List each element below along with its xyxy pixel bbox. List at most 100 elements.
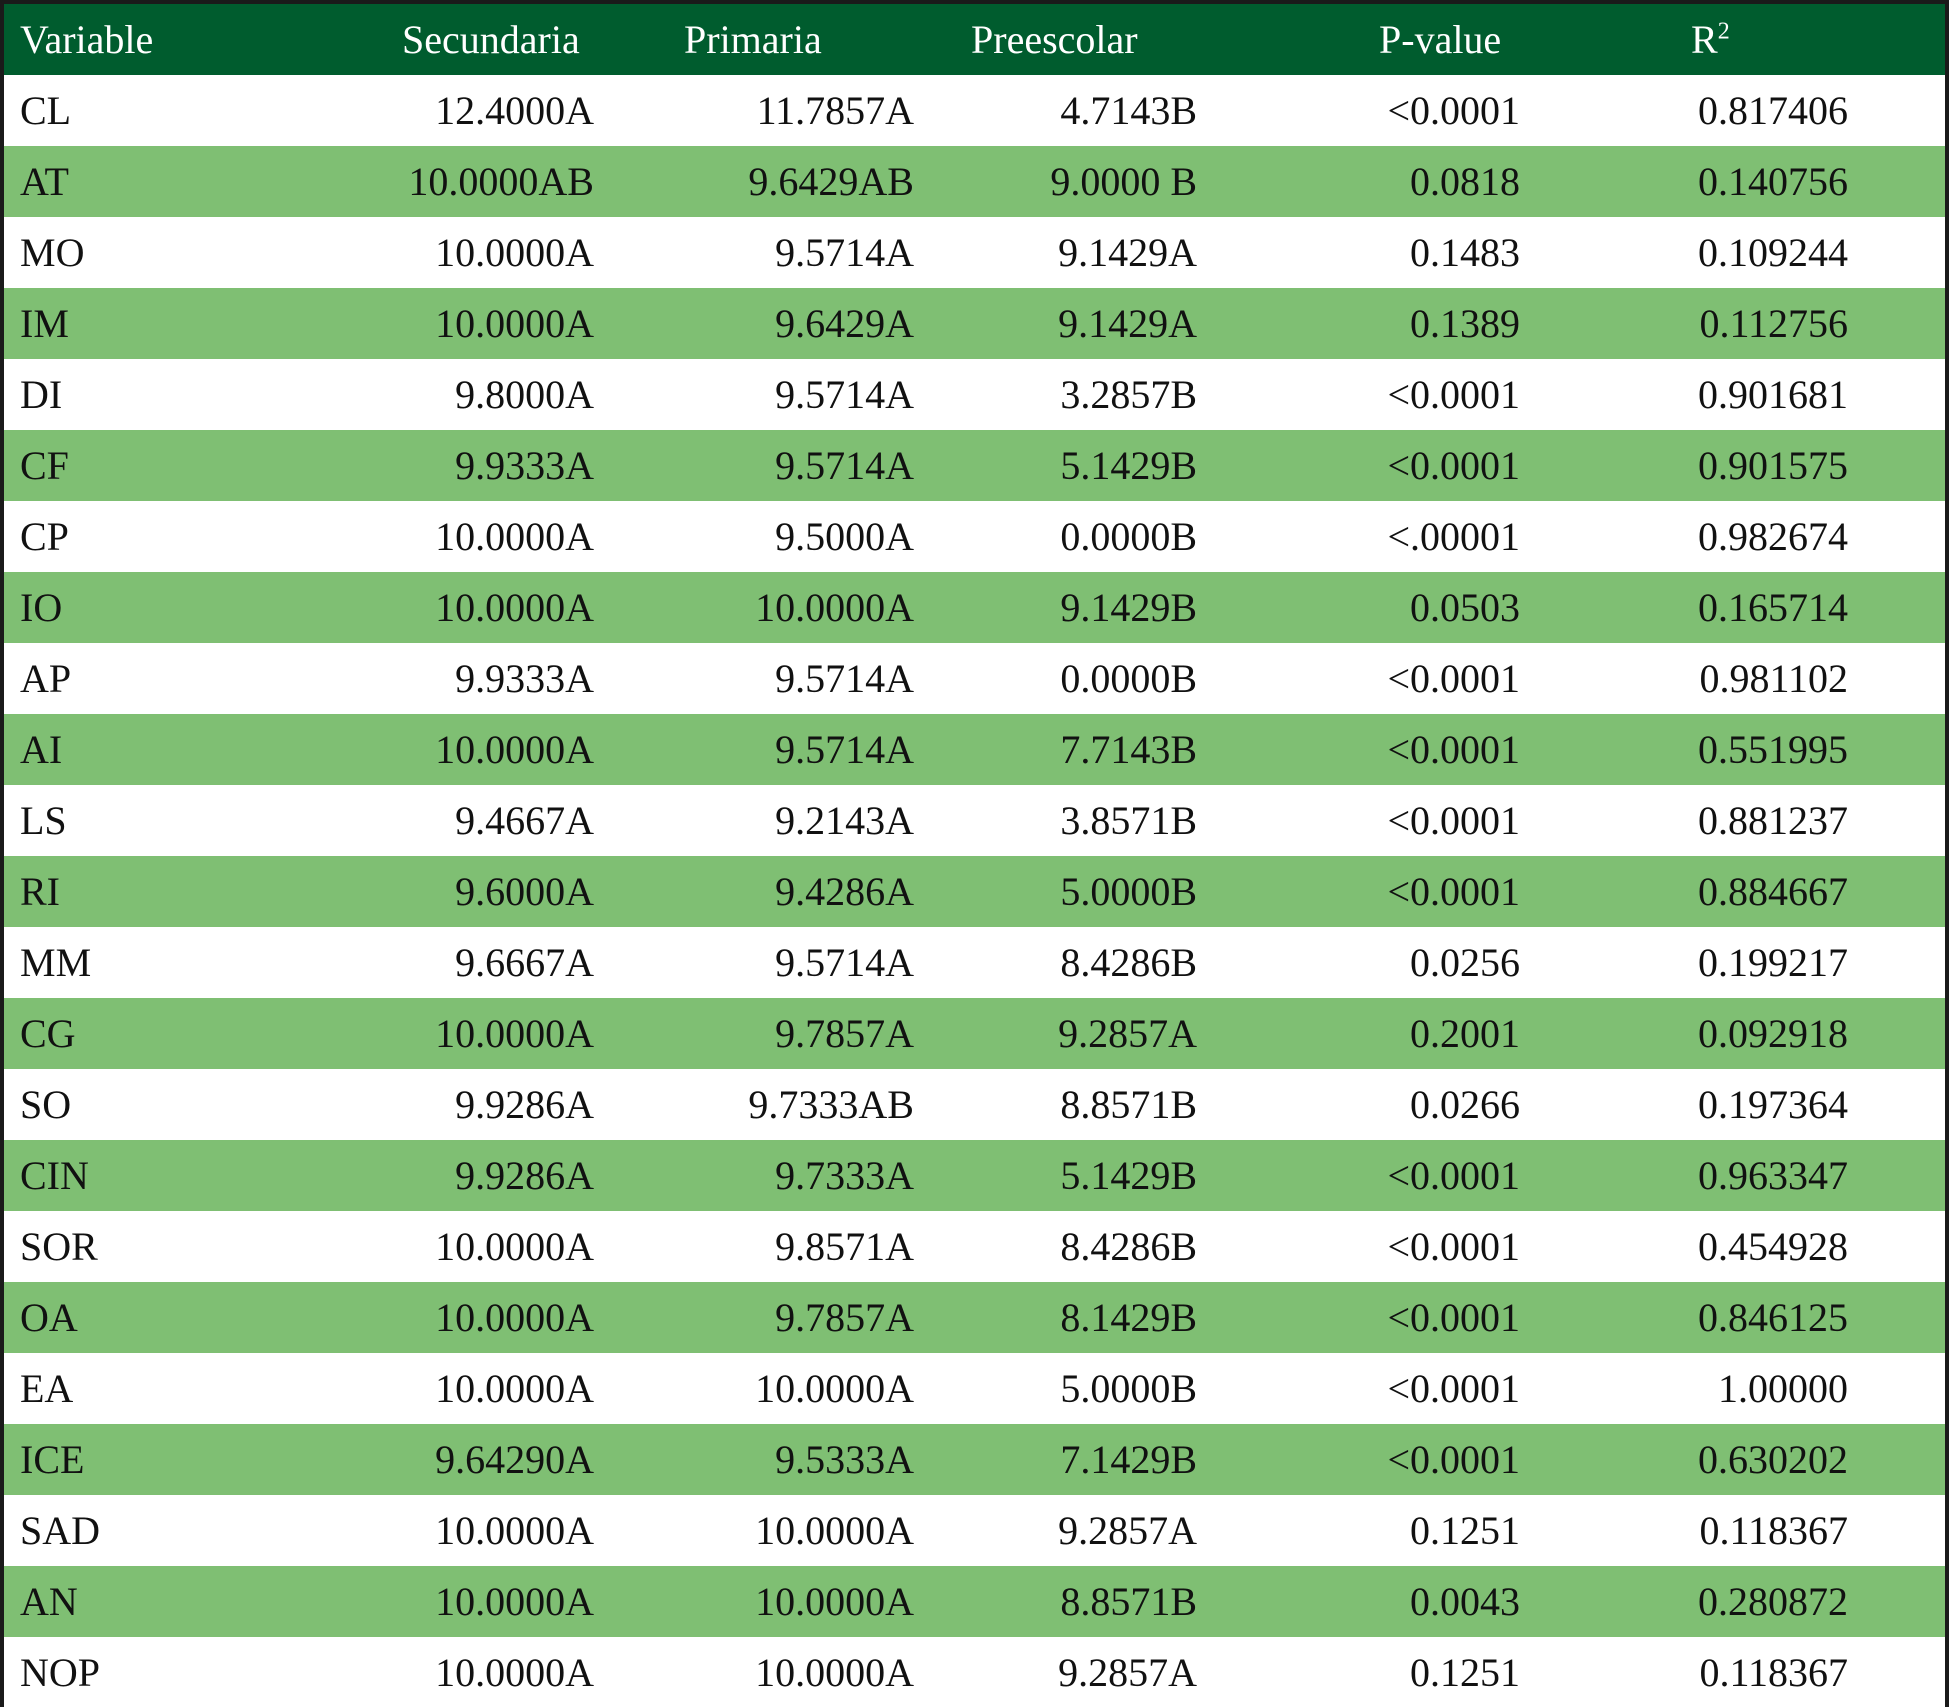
header-p-value: P-value xyxy=(1379,17,1502,62)
cell-p-value: 0.0503 xyxy=(1410,585,1520,630)
cell-primaria: 9.5714A xyxy=(775,940,914,985)
cell-p-value: 0.0818 xyxy=(1410,159,1520,204)
cell-preescolar: 5.0000B xyxy=(1060,1366,1197,1411)
cell-p-value: <0.0001 xyxy=(1387,798,1520,843)
cell-preescolar: 5.1429B xyxy=(1060,443,1197,488)
cell-p-value: 0.2001 xyxy=(1410,1011,1520,1056)
cell-variable: SOR xyxy=(20,1224,98,1269)
cell-variable: CL xyxy=(20,88,72,133)
cell-variable: SAD xyxy=(20,1508,101,1553)
cell-variable: CG xyxy=(20,1011,76,1056)
cell-r-squared: 0.199217 xyxy=(1698,940,1848,985)
cell-variable: AP xyxy=(20,656,72,701)
table-row: OA 10.0000A 9.7857A 8.1429B <0.0001 0.846125 xyxy=(4,1282,1945,1353)
cell-r-squared: 0.109244 xyxy=(1698,230,1848,275)
cell-r-squared: 0.118367 xyxy=(1699,1508,1848,1553)
cell-primaria: 9.5714A xyxy=(775,443,914,488)
table-row: MM 9.6667A 9.5714A 8.4286B 0.0256 0.199217 xyxy=(4,927,1945,998)
cell-primaria: 9.7857A xyxy=(775,1011,914,1056)
cell-preescolar: 8.4286B xyxy=(1060,940,1197,985)
cell-r-squared: 0.280872 xyxy=(1698,1579,1848,1624)
cell-r-squared: 0.963347 xyxy=(1698,1153,1848,1198)
table-row: CG 10.0000A 9.7857A 9.2857A 0.2001 0.092918 xyxy=(4,998,1945,1069)
cell-variable: CP xyxy=(20,514,69,559)
cell-secundaria: 9.9286A xyxy=(455,1082,594,1127)
cell-variable: LS xyxy=(20,798,67,843)
cell-preescolar: 9.1429A xyxy=(1058,230,1197,275)
cell-r-squared: 0.817406 xyxy=(1698,88,1848,133)
cell-variable: NOP xyxy=(20,1650,101,1695)
table-row: SAD 10.0000A 10.0000A 9.2857A 0.1251 0.118367 xyxy=(4,1495,1945,1566)
table-header: Variable Secundaria Primaria Preescolar … xyxy=(4,4,1945,75)
cell-variable: MM xyxy=(20,940,92,985)
table-body: CL 12.4000A 11.7857A 4.7143B <0.0001 0.817406… xyxy=(4,75,1945,1708)
cell-r-squared: 0.140756 xyxy=(1698,159,1848,204)
cell-secundaria: 10.0000A xyxy=(435,514,594,559)
cell-preescolar: 7.7143B xyxy=(1060,727,1197,772)
cell-primaria: 9.5333A xyxy=(775,1437,914,1482)
cell-secundaria: 9.9333A xyxy=(455,443,594,488)
cell-secundaria: 10.0000A xyxy=(435,1508,594,1553)
cell-variable: IM xyxy=(20,301,69,346)
table-row: EA 10.0000A 10.0000A 5.0000B <0.0001 1.00000 xyxy=(4,1353,1945,1424)
cell-preescolar: 5.0000B xyxy=(1060,869,1197,914)
cell-r-squared: 0.981102 xyxy=(1699,656,1848,701)
cell-secundaria: 9.8000A xyxy=(455,372,594,417)
cell-variable: CF xyxy=(20,443,69,488)
cell-secundaria: 10.0000A xyxy=(435,1579,594,1624)
cell-p-value: <0.0001 xyxy=(1387,1366,1520,1411)
table-row: CIN 9.9286A 9.7333A 5.1429B <0.0001 0.963347 xyxy=(4,1140,1945,1211)
cell-primaria: 9.5714A xyxy=(775,230,914,275)
header-r-squared-exponent: 2 xyxy=(1717,18,1730,45)
cell-preescolar: 4.7143B xyxy=(1060,88,1197,133)
cell-secundaria: 10.0000A xyxy=(435,1650,594,1695)
cell-variable: ICE xyxy=(20,1437,85,1482)
cell-secundaria: 10.0000A xyxy=(435,1224,594,1269)
cell-p-value: 0.0256 xyxy=(1410,940,1520,985)
cell-preescolar: 8.1429B xyxy=(1060,1295,1197,1340)
cell-variable: AI xyxy=(20,727,63,772)
cell-secundaria: 10.0000A xyxy=(435,727,594,772)
cell-secundaria: 9.6000A xyxy=(455,869,594,914)
cell-p-value: <0.0001 xyxy=(1387,1153,1520,1198)
cell-r-squared: 0.846125 xyxy=(1698,1295,1848,1340)
table-row: IO 10.0000A 10.0000A 9.1429B 0.0503 0.165714 xyxy=(4,572,1945,643)
header-secundaria: Secundaria xyxy=(402,17,580,62)
cell-p-value: <.00001 xyxy=(1387,514,1520,559)
cell-preescolar: 7.1429B xyxy=(1060,1437,1197,1482)
cell-preescolar: 9.2857A xyxy=(1058,1011,1197,1056)
cell-r-squared: 0.901681 xyxy=(1698,372,1848,417)
table-row: AI 10.0000A 9.5714A 7.7143B <0.0001 0.551995 xyxy=(4,714,1945,785)
cell-primaria: 9.6429AB xyxy=(748,159,914,204)
cell-secundaria: 10.0000AB xyxy=(408,159,594,204)
cell-preescolar: 0.0000B xyxy=(1060,514,1197,559)
cell-r-squared: 0.881237 xyxy=(1698,798,1848,843)
cell-preescolar: 9.1429B xyxy=(1060,585,1197,630)
cell-preescolar: 8.8571B xyxy=(1060,1082,1197,1127)
cell-secundaria: 12.4000A xyxy=(435,88,594,133)
cell-r-squared: 0.884667 xyxy=(1698,869,1848,914)
cell-variable: IO xyxy=(20,585,63,630)
cell-p-value: <0.0001 xyxy=(1387,869,1520,914)
table-row: SO 9.9286A 9.7333AB 8.8571B 0.0266 0.197364 xyxy=(4,1069,1945,1140)
cell-secundaria: 10.0000A xyxy=(435,1011,594,1056)
cell-preescolar: 0.0000B xyxy=(1060,656,1197,701)
cell-primaria: 9.5000A xyxy=(775,514,914,559)
cell-primaria: 9.5714A xyxy=(775,727,914,772)
cell-variable: AN xyxy=(20,1579,78,1624)
cell-primaria: 9.5714A xyxy=(775,656,914,701)
cell-p-value: <0.0001 xyxy=(1387,372,1520,417)
cell-p-value: 0.1483 xyxy=(1410,230,1520,275)
cell-p-value: 0.1251 xyxy=(1410,1508,1520,1553)
cell-primaria: 9.7333AB xyxy=(748,1082,914,1127)
cell-secundaria: 10.0000A xyxy=(435,1295,594,1340)
cell-r-squared: 1.00000 xyxy=(1718,1366,1848,1411)
cell-primaria: 9.8571A xyxy=(775,1224,914,1269)
cell-preescolar: 5.1429B xyxy=(1060,1153,1197,1198)
cell-r-squared: 0.630202 xyxy=(1698,1437,1848,1482)
header-variable: Variable xyxy=(20,17,154,62)
cell-primaria: 9.6429A xyxy=(775,301,914,346)
cell-variable: EA xyxy=(20,1366,74,1411)
cell-primaria: 11.7857A xyxy=(756,88,914,133)
table-row: RI 9.6000A 9.4286A 5.0000B <0.0001 0.884667 xyxy=(4,856,1945,927)
